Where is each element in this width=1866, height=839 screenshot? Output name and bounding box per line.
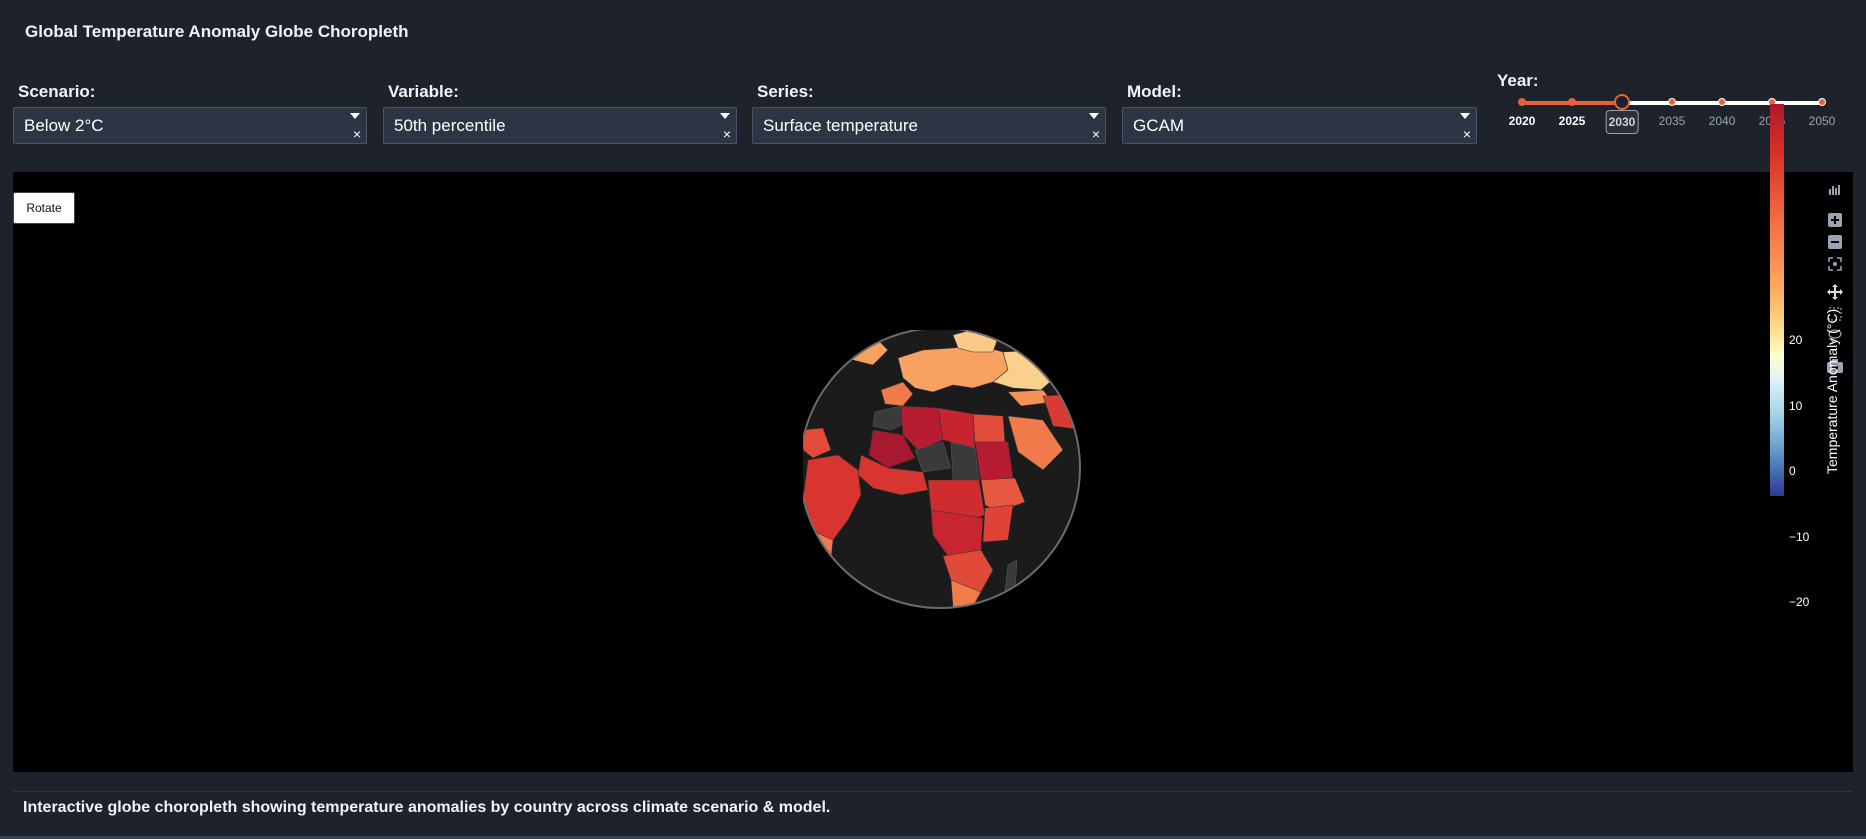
clear-icon[interactable]: ×	[723, 127, 731, 141]
colorbar-tick: 0	[1789, 464, 1796, 478]
scenario-label: Scenario:	[18, 82, 96, 101]
scenario-value: Below 2°C	[24, 116, 104, 135]
chevron-down-icon[interactable]	[1089, 113, 1099, 119]
country-east-africa	[982, 504, 1014, 543]
globe-plot[interactable]: Rotate	[13, 172, 1853, 772]
series-dropdown[interactable]: Surface temperature ×	[752, 107, 1106, 144]
year-slider-mark[interactable]	[1818, 98, 1826, 106]
colorbar-tick: 20	[1789, 333, 1803, 347]
chevron-down-icon[interactable]	[1460, 113, 1470, 119]
footer-divider	[13, 791, 1853, 792]
page-title: Global Temperature Anomaly Globe Choropl…	[25, 22, 409, 41]
year-mark-label[interactable]: 2040	[1709, 114, 1736, 128]
country-sudan	[974, 441, 1014, 483]
variable-dropdown[interactable]: 50th percentile ×	[383, 107, 737, 144]
colorbar-tick: −10	[1789, 530, 1810, 544]
clear-icon[interactable]: ×	[1463, 127, 1471, 141]
rotate-button[interactable]: Rotate	[13, 192, 75, 224]
model-label: Model:	[1127, 82, 1182, 101]
model-dropdown[interactable]: GCAM ×	[1122, 107, 1477, 144]
variable-value: 50th percentile	[394, 116, 506, 135]
year-slider-mark[interactable]	[1718, 98, 1726, 106]
clear-icon[interactable]: ×	[1092, 127, 1100, 141]
year-mark-label[interactable]: 2035	[1659, 114, 1686, 128]
year-label: Year:	[1497, 71, 1539, 90]
country-egypt	[972, 413, 1006, 446]
zoom-in-icon[interactable]	[1827, 212, 1843, 228]
series-label: Series:	[757, 82, 814, 101]
year-mark-label[interactable]: 2025	[1559, 114, 1586, 128]
year-slider-handle[interactable]	[1614, 94, 1630, 110]
zoom-out-icon[interactable]	[1827, 234, 1843, 250]
clear-icon[interactable]: ×	[353, 127, 361, 141]
year-mark-label[interactable]: 2020	[1509, 114, 1536, 128]
chevron-down-icon[interactable]	[720, 113, 730, 119]
country-southern-cone	[810, 529, 834, 601]
colorbar-title: Temperature Anomaly (°C)	[1824, 308, 1840, 474]
scenario-dropdown[interactable]: Below 2°C ×	[13, 107, 367, 144]
year-mark-label[interactable]: 2030	[1605, 110, 1639, 134]
chevron-down-icon[interactable]	[350, 113, 360, 119]
model-value: GCAM	[1133, 116, 1184, 135]
pan-icon[interactable]	[1827, 284, 1843, 300]
series-value: Surface temperature	[763, 116, 918, 135]
variable-label: Variable:	[388, 82, 459, 101]
reset-view-icon[interactable]	[1827, 256, 1843, 272]
colorbar-tick: 10	[1789, 399, 1803, 413]
year-slider-mark[interactable]	[1518, 98, 1526, 106]
year-mark-label[interactable]: 2050	[1809, 114, 1836, 128]
footer-description: Interactive globe choropleth showing tem…	[23, 799, 831, 816]
colorbar-tick: −20	[1789, 595, 1810, 609]
plotly-logo-icon[interactable]	[1827, 182, 1843, 198]
year-slider-mark[interactable]	[1568, 98, 1576, 106]
globe[interactable]	[803, 330, 1123, 630]
year-slider-mark[interactable]	[1668, 98, 1676, 106]
colorbar	[1770, 104, 1784, 496]
country-chad	[950, 441, 980, 481]
